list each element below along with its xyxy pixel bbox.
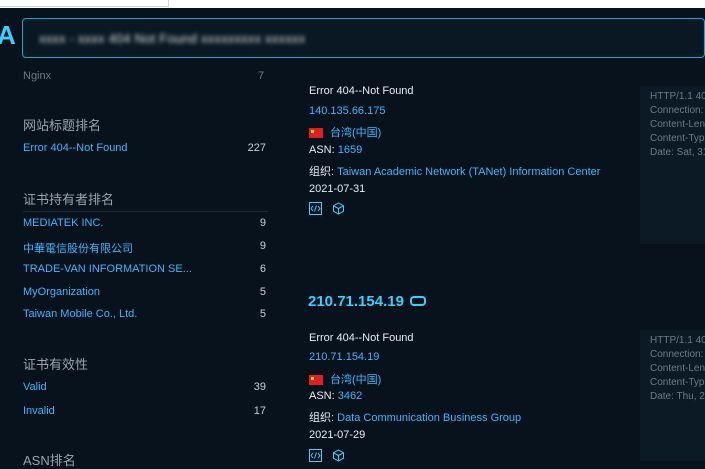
- result-title: Error 404--Not Found: [309, 332, 414, 344]
- result-ip-link[interactable]: 210.71.154.19: [309, 351, 379, 363]
- flag-icon: [309, 128, 323, 139]
- cube-icon[interactable]: [332, 449, 345, 462]
- response-line: Content-Length:: [650, 119, 705, 130]
- search-query[interactable]: xxxx - xxxx 404 Not Found xxxxxxxxx xxxx…: [39, 31, 305, 46]
- cert-validity-label[interactable]: Valid: [23, 381, 47, 393]
- cert-validity-count: 17: [253, 405, 266, 417]
- title-rank-label[interactable]: Error 404--Not Found: [23, 142, 128, 154]
- response-panel: HTTP/1.1 404 Connection: Content-Length:…: [640, 330, 705, 461]
- cert-holder-count: 5: [259, 308, 266, 320]
- response-line: Date: Sat, 31: [650, 147, 705, 158]
- code-icon[interactable]: [309, 202, 322, 215]
- cert-holder-item[interactable]: Taiwan Mobile Co., Ltd. 5: [23, 308, 268, 326]
- cert-holder-label[interactable]: Taiwan Mobile Co., Ltd.: [23, 308, 137, 320]
- browser-top-strip: [0, 0, 705, 8]
- result-asn: ASN: 3462: [309, 390, 362, 402]
- sidebar: Nginx 7 网站标题排名 Error 404--Not Found 227 …: [0, 62, 290, 468]
- search-bar[interactable]: xxxx - xxxx 404 Not Found xxxxxxxxx xxxx…: [22, 18, 705, 58]
- title-rank-item[interactable]: Error 404--Not Found 227: [23, 142, 268, 160]
- section-asn-rank: ASN排名: [23, 453, 76, 468]
- cert-holder-label[interactable]: TRADE-VAN INFORMATION SE...: [23, 263, 192, 275]
- response-line: Content-Type:: [650, 377, 705, 388]
- result-host-heading[interactable]: 210.71.154.19: [308, 293, 426, 310]
- response-line: HTTP/1.1 404: [650, 335, 705, 346]
- sidebar-cut-count: 7: [258, 70, 265, 82]
- response-line: Date: Thu, 29: [650, 391, 705, 402]
- result-org: 组织: Data Communication Business Group: [309, 409, 521, 425]
- result-host[interactable]: 210.71.154.19: [308, 293, 404, 310]
- section-cert-holder: 证书持有者排名: [23, 192, 115, 207]
- cert-holder-count: 6: [259, 263, 266, 275]
- response-panel: HTTP/1.1 404 Connection: Content-Length:…: [640, 86, 705, 244]
- response-line: Content-Length:: [650, 363, 705, 374]
- result-ip-link[interactable]: 140.135.66.175: [309, 105, 385, 117]
- org-label: 组织:: [309, 412, 335, 424]
- cert-holder-count: 9: [259, 217, 266, 229]
- flag-icon: [309, 375, 323, 386]
- response-line: Content-Type:: [650, 133, 705, 144]
- title-rank-count: 227: [247, 142, 266, 154]
- cert-validity-label[interactable]: Invalid: [23, 405, 55, 417]
- section-divider: [23, 211, 268, 212]
- response-line: HTTP/1.1 404: [650, 91, 705, 102]
- cube-icon[interactable]: [332, 202, 345, 215]
- section-title-rank: 网站标题排名: [23, 118, 102, 133]
- code-icon[interactable]: [309, 449, 322, 462]
- result-date: 2021-07-31: [309, 183, 366, 195]
- asn-link[interactable]: 1659: [338, 144, 362, 156]
- org-link[interactable]: Data Communication Business Group: [337, 412, 521, 424]
- result-location-text[interactable]: 台湾(中国): [330, 127, 381, 139]
- result-location-text[interactable]: 台湾(中国): [330, 374, 381, 386]
- cert-holder-item[interactable]: MyOrganization 5: [23, 286, 268, 304]
- result-org: 组织: Taiwan Academic Network (TANet) Info…: [309, 163, 600, 179]
- cert-validity-item[interactable]: Valid 39: [23, 381, 268, 399]
- result-location[interactable]: 台湾(中国): [309, 124, 381, 140]
- cert-holder-label[interactable]: 中華電信股份有限公司: [23, 240, 133, 256]
- response-line: Connection:: [650, 105, 704, 116]
- cert-validity-item[interactable]: Invalid 17: [23, 405, 268, 423]
- asn-link[interactable]: 3462: [338, 390, 362, 402]
- asn-label: ASN:: [309, 390, 335, 402]
- browser-tab[interactable]: [0, 0, 169, 7]
- section-cert-validity: 证书有效性: [23, 357, 89, 372]
- brand-logo: A: [0, 20, 16, 50]
- results-list: Error 404--Not Found 140.135.66.175 台湾(中…: [300, 62, 640, 462]
- link-icon[interactable]: [409, 296, 426, 307]
- cert-holder-item[interactable]: MEDIATEK INC. 9: [23, 217, 268, 235]
- cert-holder-count: 9: [259, 240, 266, 252]
- response-line: Connection:: [650, 349, 704, 360]
- sidebar-cut-label: Nginx: [23, 70, 52, 82]
- result-title: Error 404--Not Found: [309, 85, 414, 97]
- cert-holder-count: 5: [259, 286, 266, 298]
- asn-label: ASN:: [309, 144, 335, 156]
- result-asn: ASN: 1659: [309, 144, 362, 156]
- org-link[interactable]: Taiwan Academic Network (TANet) Informat…: [337, 166, 600, 178]
- cert-holder-label[interactable]: MEDIATEK INC.: [23, 217, 103, 229]
- org-label: 组织:: [309, 166, 335, 178]
- result-location[interactable]: 台湾(中国): [309, 371, 381, 387]
- result-date: 2021-07-29: [309, 429, 366, 441]
- cert-holder-item[interactable]: 中華電信股份有限公司 9: [23, 240, 268, 258]
- cert-holder-item[interactable]: TRADE-VAN INFORMATION SE... 6: [23, 263, 268, 281]
- cert-holder-label[interactable]: MyOrganization: [23, 286, 100, 298]
- cert-validity-count: 39: [253, 381, 266, 393]
